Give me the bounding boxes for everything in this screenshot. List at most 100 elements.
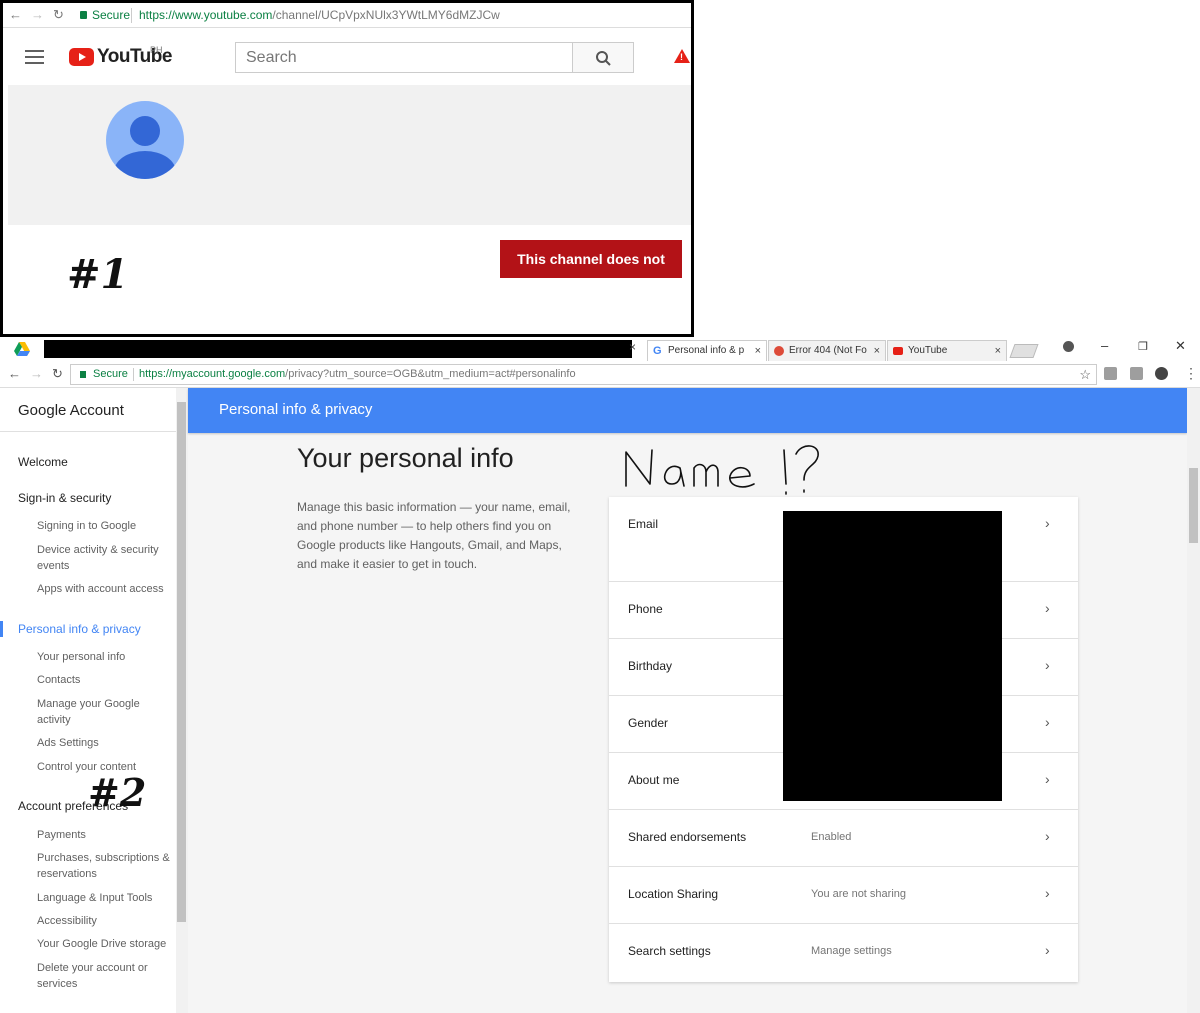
row-label: Email [628, 517, 659, 531]
sidebar-item-welcome[interactable]: Welcome [18, 455, 68, 469]
page-description: Manage this basic information — your nam… [297, 500, 571, 571]
profile-icon[interactable] [1063, 341, 1074, 352]
sidebar-subitem[interactable]: Manage your Google activity [37, 696, 172, 728]
sidebar-subitem[interactable]: Accessibility [37, 913, 172, 929]
chevron-right-icon: › [1045, 600, 1050, 616]
drive-icon [14, 342, 30, 361]
search-button[interactable] [572, 42, 634, 73]
extension-icon[interactable] [1104, 367, 1117, 380]
new-tab-button[interactable] [1009, 344, 1039, 358]
extension-icon[interactable] [1130, 367, 1143, 380]
channel-banner [8, 85, 691, 225]
google-icon: G [653, 345, 662, 357]
avatar-body [114, 151, 176, 179]
url-host: https://myaccount.google.com [139, 368, 286, 380]
close-icon[interactable]: × [995, 341, 1001, 361]
close-icon[interactable]: × [874, 341, 880, 361]
region-label: PH [150, 45, 163, 55]
personal-info-card: Email › Phone › Birthday › Gender › Abou… [609, 497, 1078, 982]
chevron-right-icon: › [1045, 885, 1050, 901]
maximize-button[interactable]: ❐ [1138, 340, 1148, 353]
page-title: Your personal info [297, 443, 514, 473]
sidebar-subitem[interactable]: Ads Settings [37, 735, 172, 751]
secure-label: Secure [92, 8, 131, 22]
row-label: Gender [628, 716, 669, 730]
url-path: /privacy?utm_source=OGB&utm_medium=act#p… [285, 368, 576, 380]
lock-icon [80, 371, 86, 378]
chevron-right-icon: › [1045, 714, 1050, 730]
tab-title: YouTube [908, 345, 948, 356]
sidebar-subitem[interactable]: Your Google Drive storage [37, 936, 172, 952]
row-label: Search settings [628, 944, 711, 958]
menu-icon[interactable] [25, 50, 44, 64]
youtube-screenshot: ← → ↻ Secure https://www.youtube.com/cha… [0, 0, 694, 337]
address-bar[interactable]: Secure https://myaccount.google.com/priv… [70, 364, 1097, 385]
url-text[interactable]: https://myaccount.google.com/privacy?utm… [139, 365, 576, 384]
scrollbar-thumb[interactable] [1189, 468, 1198, 543]
search-icon [596, 51, 611, 66]
error-message: This channel does not exist. [500, 240, 682, 305]
reload-icon[interactable]: ↻ [52, 366, 63, 382]
sidebar-subitem[interactable]: Purchases, subscriptions & reservations [37, 850, 172, 882]
header-title: Personal info & privacy [219, 401, 373, 418]
info-row-shared-endorsements[interactable]: Shared endorsements Enabled › [609, 810, 1078, 867]
info-row-search-settings[interactable]: Search settings Manage settings › [609, 924, 1078, 982]
row-label: Shared endorsements [628, 830, 747, 844]
sidebar-subitem[interactable]: Contacts [37, 672, 172, 688]
info-row-location-sharing[interactable]: Location Sharing You are not sharing › [609, 867, 1078, 924]
divider [131, 8, 132, 23]
search-input[interactable]: Search [235, 42, 573, 73]
sidebar-subitem[interactable]: Apps with account access [37, 581, 172, 597]
annotation-label: #1 [67, 251, 129, 298]
sidebar-subitem[interactable]: Your personal info [37, 649, 172, 665]
sidebar-subitem[interactable]: Payments [37, 827, 172, 843]
bookmark-star-icon[interactable]: ☆ [1079, 365, 1091, 384]
menu-dots-icon[interactable]: ⋮ [1184, 365, 1198, 382]
minimize-button[interactable]: – [1101, 338, 1108, 353]
chevron-right-icon: › [1045, 515, 1050, 531]
page-scrollbar[interactable] [1187, 388, 1200, 1013]
google-plus-icon [774, 346, 784, 356]
sidebar-item-signin-security[interactable]: Sign-in & security [18, 491, 111, 505]
avatar-head [130, 116, 160, 146]
sidebar-subitem[interactable]: Language & Input Tools [37, 890, 172, 906]
warning-icon[interactable]: ! [674, 49, 690, 63]
secure-label: Secure [93, 368, 128, 380]
forward-icon[interactable]: → [31, 8, 44, 22]
tab-title: Personal info & p [668, 345, 745, 356]
active-indicator [0, 621, 3, 637]
sidebar-subitem[interactable]: Device activity & security events [37, 542, 172, 574]
back-icon[interactable]: ← [9, 8, 22, 22]
forward-icon[interactable]: → [30, 366, 43, 381]
sidebar-subitem[interactable]: Delete your account or services [37, 960, 172, 992]
tab-error-404[interactable]: Error 404 (Not Fo × [768, 340, 886, 361]
sidebar-item-personal-info[interactable]: Personal info & privacy [18, 622, 141, 636]
chevron-right-icon: › [1045, 828, 1050, 844]
chevron-right-icon: › [1045, 942, 1050, 958]
url-text[interactable]: https://www.youtube.com/channel/UCpVpxNU… [139, 8, 500, 22]
close-icon[interactable]: × [629, 340, 636, 354]
row-label: Phone [628, 602, 663, 616]
tab-personal-info[interactable]: G Personal info & p × [647, 340, 767, 361]
youtube-logo-icon[interactable] [69, 48, 94, 66]
lock-icon [80, 11, 87, 19]
warning-glyph: ! [680, 52, 683, 62]
page-header: Personal info & privacy [188, 388, 1187, 433]
toolbar: ← → ↻ Secure https://myaccount.google.co… [0, 361, 1200, 388]
close-icon[interactable]: × [755, 341, 761, 361]
back-icon[interactable]: ← [8, 366, 21, 381]
window-close-button[interactable]: ✕ [1175, 338, 1186, 354]
row-label: Location Sharing [628, 887, 719, 901]
tab-youtube[interactable]: YouTube × [887, 340, 1007, 361]
redacted-tabs [44, 340, 632, 358]
sidebar-subitem[interactable]: Signing in to Google [37, 518, 172, 534]
sidebar-title[interactable]: Google Account [18, 402, 124, 419]
youtube-address-bar: ← → ↻ Secure https://www.youtube.com/cha… [3, 3, 691, 28]
url-path: /channel/UCpVpxNUlx3YWtLMY6dMZJCw [272, 8, 500, 22]
scrollbar-thumb[interactable] [177, 402, 186, 922]
sidebar-scrollbar[interactable] [176, 388, 188, 1013]
tab-strip: × G Personal info & p × Error 404 (Not F… [0, 337, 1200, 361]
reload-icon[interactable]: ↻ [53, 8, 64, 22]
extension-icon[interactable] [1155, 367, 1168, 380]
divider [133, 368, 134, 381]
